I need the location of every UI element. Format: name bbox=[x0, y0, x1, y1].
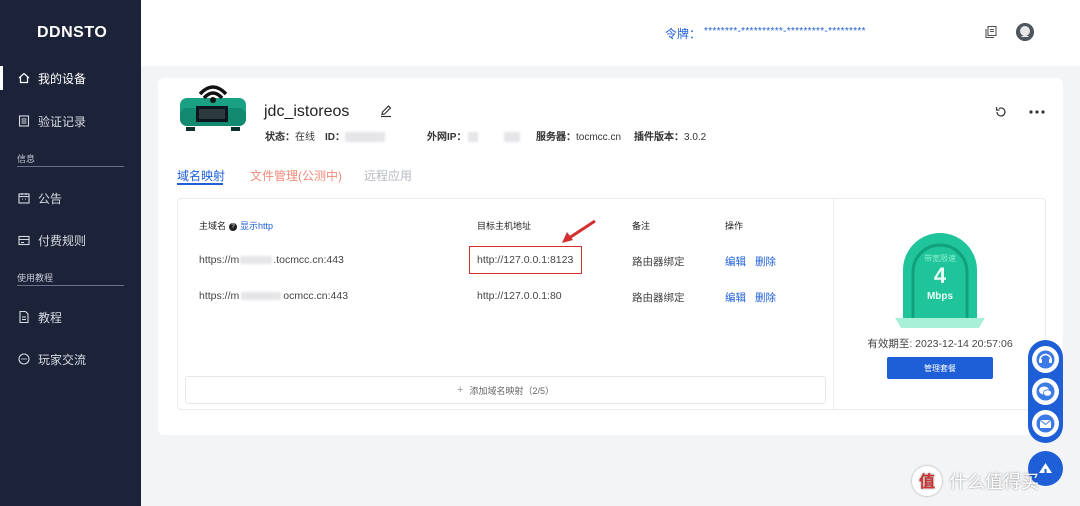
gauge-unit: Mbps bbox=[926, 291, 954, 302]
add-domain-mapping-label: 添加域名映射（2/5） bbox=[469, 385, 554, 396]
help-icon[interactable]: ? bbox=[229, 222, 238, 231]
edit-icon[interactable] bbox=[379, 104, 393, 118]
table-row-domain[interactable]: https://m ocmcc.cn:443 bbox=[199, 290, 348, 302]
sidebar-item-community[interactable]: 玩家交流 bbox=[0, 347, 141, 371]
column-header-note: 备注 bbox=[632, 221, 651, 231]
sidebar-item-tutorial[interactable]: 教程 bbox=[0, 305, 141, 329]
domain-mapping-panel: 主域名? 显示http 目标主机地址 备注 操作 https://m .tocmcc… bbox=[177, 198, 1046, 410]
device-plugin-version: 插件版本：3.0.2 bbox=[634, 132, 707, 143]
active-tab-indicator bbox=[177, 183, 223, 185]
manage-plan-button[interactable]: 管理套餐 bbox=[887, 357, 993, 379]
expiry-date: 有效期至: 2023-12-14 20:57:06 bbox=[867, 338, 1013, 350]
add-domain-mapping-button[interactable]: + 添加域名映射（2/5） bbox=[185, 376, 826, 404]
device-server: 服务器：tocmcc.cn bbox=[536, 132, 622, 143]
plus-icon: + bbox=[457, 384, 464, 396]
table-row-note: 路由器绑定 bbox=[632, 256, 685, 268]
device-external-ip: 外网IP： bbox=[427, 128, 521, 143]
sidebar-item-label: 验证记录 bbox=[38, 114, 87, 129]
sidebar-item-label: 付费规则 bbox=[38, 233, 87, 248]
divider bbox=[17, 166, 124, 167]
tab-file-management[interactable]: 文件管理(公测中) bbox=[250, 167, 342, 184]
sidebar-item-label: 我的设备 bbox=[38, 71, 87, 86]
token-label: 令牌： bbox=[665, 27, 702, 41]
redacted-id bbox=[345, 132, 385, 143]
nav-section-tutorial: 使用教程 bbox=[17, 273, 54, 283]
sidebar-item-verify-log[interactable]: 验证记录 bbox=[0, 109, 141, 133]
sidebar: DDNSTO 我的设备 验证记录 信息 公告 付费规则 使用教程 教程 玩家交流 bbox=[0, 0, 141, 506]
sidebar-item-label: 公告 bbox=[38, 191, 63, 206]
document-icon bbox=[17, 114, 31, 128]
calendar-icon bbox=[17, 191, 31, 205]
floating-support-bar bbox=[1028, 340, 1063, 443]
device-name: jdc_istoreos bbox=[264, 103, 350, 120]
file-icon bbox=[17, 310, 31, 324]
table-row-target: http://127.0.0.1:80 bbox=[477, 290, 562, 302]
more-icon[interactable] bbox=[1028, 105, 1046, 119]
customer-service-icon[interactable] bbox=[1032, 346, 1059, 373]
refresh-icon[interactable] bbox=[994, 105, 1008, 119]
table-row-note: 路由器绑定 bbox=[632, 292, 685, 304]
column-header-domain: 主域名? 显示http bbox=[199, 221, 274, 231]
home-icon bbox=[17, 71, 31, 85]
nav-section-info: 信息 bbox=[17, 154, 36, 164]
delete-button[interactable]: 删除 bbox=[755, 254, 776, 269]
chat-icon bbox=[17, 352, 31, 366]
edit-button[interactable]: 编辑 bbox=[725, 254, 746, 269]
tab-domain-mapping[interactable]: 域名映射 bbox=[177, 167, 225, 184]
sidebar-item-announcement[interactable]: 公告 bbox=[0, 186, 141, 210]
email-icon[interactable] bbox=[1032, 410, 1059, 437]
column-header-action: 操作 bbox=[725, 221, 744, 231]
device-id: ID： bbox=[325, 128, 385, 143]
edit-button[interactable]: 编辑 bbox=[725, 290, 746, 305]
sidebar-item-my-devices[interactable]: 我的设备 bbox=[0, 66, 141, 90]
delete-button[interactable]: 删除 bbox=[755, 290, 776, 305]
brand-logo[interactable]: DDNSTO bbox=[37, 24, 107, 42]
plan-panel: 带宽限速 4 Mbps 有效期至: 2023-12-14 20:57:06 管理… bbox=[833, 199, 1045, 409]
highlight-box bbox=[469, 246, 582, 274]
divider bbox=[17, 285, 124, 286]
table-row-domain[interactable]: https://m .tocmcc.cn:443 bbox=[199, 254, 344, 266]
top-bar: 令牌： ********-**********-*********-******… bbox=[141, 0, 1080, 66]
copy-icon[interactable] bbox=[984, 25, 998, 39]
sidebar-item-label: 教程 bbox=[38, 310, 63, 325]
watermark-logo-icon: 值 bbox=[912, 466, 942, 496]
sidebar-item-pricing[interactable]: 付费规则 bbox=[0, 228, 141, 252]
avatar[interactable] bbox=[1016, 23, 1034, 41]
sidebar-item-label: 玩家交流 bbox=[38, 352, 87, 367]
wechat-icon[interactable] bbox=[1032, 378, 1059, 405]
gauge-value: 4 bbox=[933, 263, 947, 288]
device-status: 状态：在线 bbox=[265, 132, 315, 143]
router-icon bbox=[178, 74, 248, 134]
token-value: ********-**********-*********-********* bbox=[704, 26, 866, 37]
device-card: jdc_istoreos 状态：在线 ID： 外网IP： 服务器：tocmcc.… bbox=[158, 78, 1063, 435]
redacted-ip bbox=[504, 132, 521, 143]
watermark: 值 什么值得买 bbox=[912, 466, 1039, 496]
red-arrow-annotation bbox=[562, 219, 596, 243]
tab-remote-apps[interactable]: 远程应用 bbox=[364, 167, 412, 184]
watermark-text: 什么值得买 bbox=[949, 472, 1039, 492]
card-icon bbox=[17, 233, 31, 247]
show-http-toggle[interactable]: 显示http bbox=[240, 221, 273, 231]
svg-text:值: 值 bbox=[919, 472, 935, 491]
column-header-target: 目标主机地址 bbox=[477, 221, 532, 231]
status-value: 在线 bbox=[295, 132, 315, 143]
